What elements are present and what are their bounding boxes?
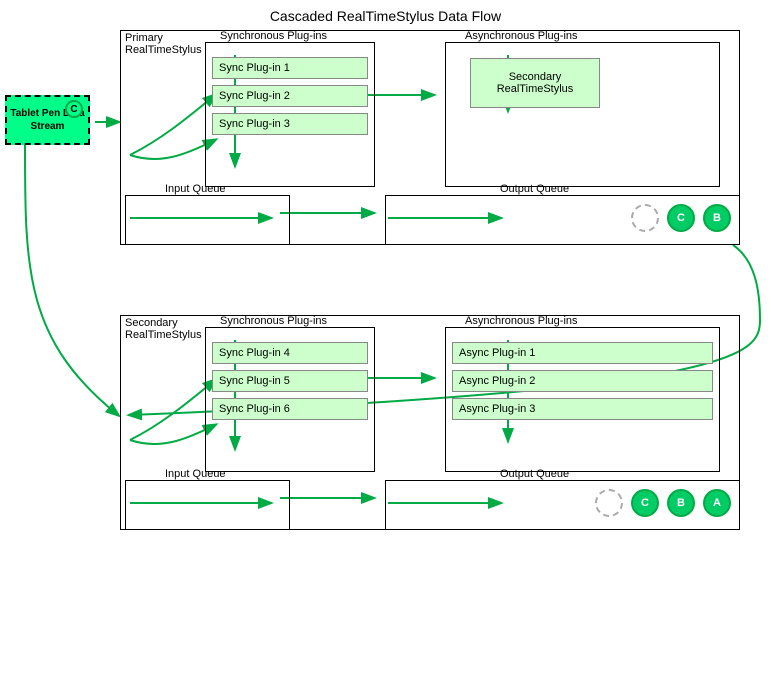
circle-a-bottom: A [703,489,731,517]
async-plugins-label-bottom: Asynchronous Plug-ins [465,315,578,327]
sync-plugin-6: Sync Plug-in 6 [212,398,368,420]
async-plugins-box-bottom: Async Plug-in 1 Async Plug-in 2 Async Pl… [445,327,720,472]
input-queue-label-bottom: Input Queue [165,468,226,480]
output-queue-label-bottom: Output Queue [500,468,569,480]
output-queue-label-top: Output Queue [500,183,569,195]
sync-plugin-1: Sync Plug-in 1 [212,57,368,79]
output-queue-box-top: C B [385,195,740,245]
async-plugin-list-bottom: Async Plug-in 1 Async Plug-in 2 Async Pl… [446,342,719,420]
primary-rts-label: Primary RealTimeStylus [125,32,202,56]
sync-plugins-box-bottom: Sync Plug-in 4 Sync Plug-in 5 Sync Plug-… [205,327,375,472]
sync-plugin-4: Sync Plug-in 4 [212,342,368,364]
output-queue-circles-bottom: C B A [595,489,731,517]
sync-plugin-2: Sync Plug-in 2 [212,85,368,107]
async-plugin-3: Async Plug-in 3 [452,398,713,420]
circle-b-bottom: B [667,489,695,517]
sync-plugins-label-top: Synchronous Plug-ins [220,30,327,42]
sync-plugins-box-top: Sync Plug-in 1 Sync Plug-in 2 Sync Plug-… [205,42,375,187]
sync-plugin-5: Sync Plug-in 5 [212,370,368,392]
top-section: Primary RealTimeStylus Synchronous Plug-… [10,30,760,290]
circle-c-top: C [667,204,695,232]
circle-c-bottom: C [631,489,659,517]
circle-empty-bottom [595,489,623,517]
bottom-section: Secondary RealTimeStylus Synchronous Plu… [10,315,760,575]
diagram-container: Cascaded RealTimeStylus Data Flow [0,0,771,660]
secondary-rts-label: Secondary RealTimeStylus [125,317,202,341]
secondary-rts-inner-top: Secondary RealTimeStylus [470,58,600,108]
sync-plugin-list-top: Sync Plug-in 1 Sync Plug-in 2 Sync Plug-… [206,57,374,135]
async-plugin-2: Async Plug-in 2 [452,370,713,392]
input-queue-box-bottom [125,480,290,530]
sync-plugins-label-bottom: Synchronous Plug-ins [220,315,327,327]
sync-plugin-list-bottom: Sync Plug-in 4 Sync Plug-in 5 Sync Plug-… [206,342,374,420]
async-plugin-1: Async Plug-in 1 [452,342,713,364]
page-title: Cascaded RealTimeStylus Data Flow [0,0,771,28]
output-queue-box-bottom: C B A [385,480,740,530]
circle-empty-top [631,204,659,232]
output-queue-circles-top: C B [631,204,731,232]
input-queue-label-top: Input Queue [165,183,226,195]
async-plugins-label-top: Asynchronous Plug-ins [465,30,578,42]
circle-b-top: B [703,204,731,232]
input-queue-box-top [125,195,290,245]
sync-plugin-3: Sync Plug-in 3 [212,113,368,135]
